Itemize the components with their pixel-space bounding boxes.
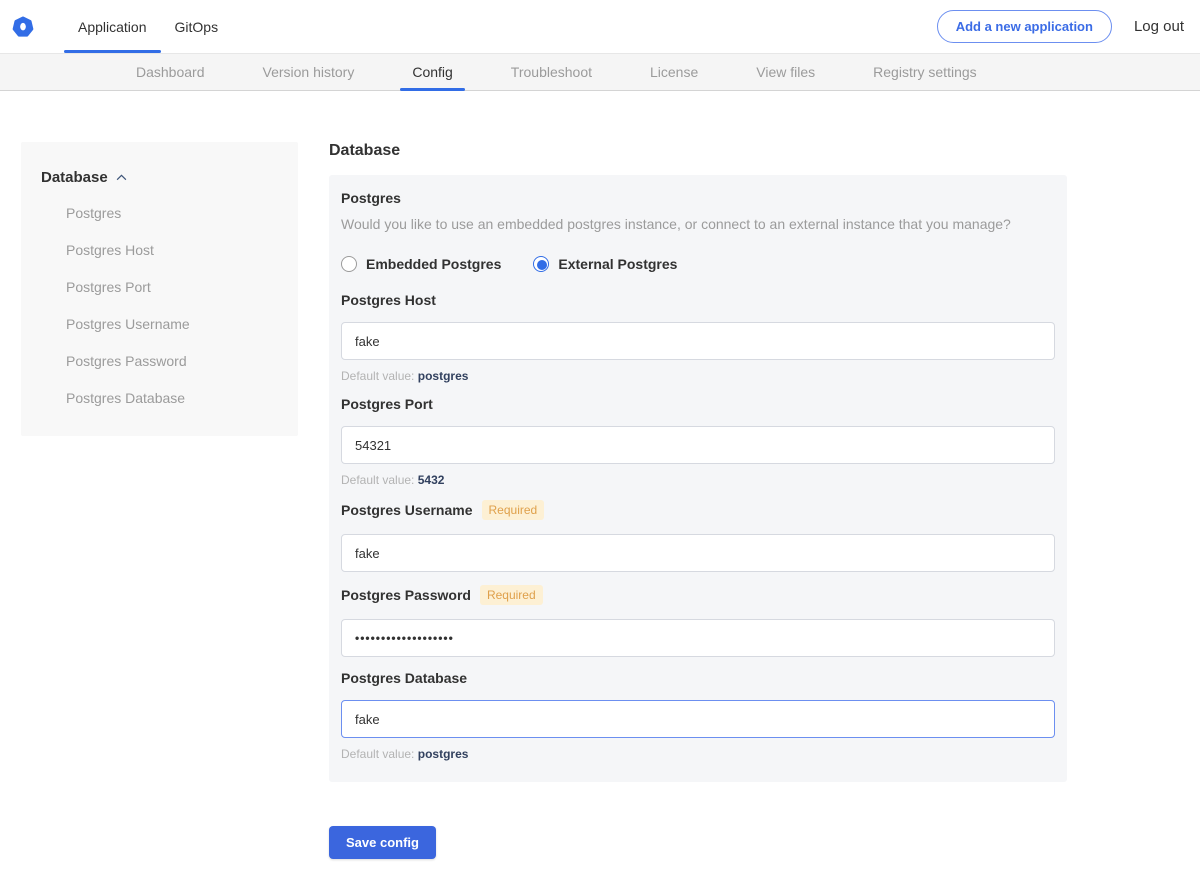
app-logo[interactable]: [10, 0, 46, 53]
subnav-item-license[interactable]: License: [638, 54, 710, 90]
radio-external-postgres[interactable]: External Postgres: [533, 256, 677, 272]
radio-embedded-postgres-circle[interactable]: [341, 256, 357, 272]
field-postgres-database: Postgres Database Default value: postgre…: [341, 670, 1055, 761]
database-config-panel: Postgres Would you like to use an embedd…: [329, 175, 1067, 782]
postgres-host-default-value: postgres: [418, 369, 469, 383]
postgres-username-input[interactable]: [341, 534, 1055, 572]
postgres-password-required-badge: Required: [480, 585, 543, 605]
postgres-mode-radio-group: Embedded Postgres External Postgres: [341, 256, 1055, 272]
sidebar-item-postgres-port[interactable]: Postgres Port: [66, 279, 278, 295]
postgres-port-label: Postgres Port: [341, 396, 433, 412]
subnav-item-config-label: Config: [412, 64, 452, 80]
sidebar-group-database-label: Database: [41, 169, 108, 186]
config-sidebar: Database Postgres Postgres Host Postgres…: [21, 142, 298, 436]
postgres-database-input[interactable]: [341, 700, 1055, 738]
postgres-database-default: Default value: postgres: [341, 747, 1055, 761]
field-postgres-username: Postgres Username Required: [341, 500, 1055, 572]
subnav-item-config[interactable]: Config: [400, 54, 464, 90]
add-application-button[interactable]: Add a new application: [937, 10, 1112, 43]
field-postgres-password: Postgres Password Required: [341, 585, 1055, 657]
logout-link[interactable]: Log out: [1134, 18, 1184, 35]
postgres-database-default-value: postgres: [418, 747, 469, 761]
config-form-area: Database Postgres Would you like to use …: [329, 142, 1067, 859]
radio-external-postgres-label: External Postgres: [558, 256, 677, 272]
postgres-group-title: Postgres: [341, 190, 1055, 206]
postgres-database-default-prefix: Default value:: [341, 747, 414, 761]
sidebar-item-postgres-database[interactable]: Postgres Database: [66, 390, 278, 406]
sidebar-item-postgres-username[interactable]: Postgres Username: [66, 316, 278, 332]
subnav-item-registry-settings-label: Registry settings: [873, 64, 976, 80]
radio-embedded-postgres[interactable]: Embedded Postgres: [341, 256, 501, 272]
radio-embedded-postgres-label: Embedded Postgres: [366, 256, 501, 272]
chevron-up-icon: [116, 174, 127, 181]
postgres-host-default: Default value: postgres: [341, 369, 1055, 383]
postgres-host-label: Postgres Host: [341, 292, 436, 308]
postgres-port-default-prefix: Default value:: [341, 473, 414, 487]
sidebar-item-list: Postgres Postgres Host Postgres Port Pos…: [41, 205, 278, 406]
tab-gitops-label: GitOps: [175, 19, 219, 35]
sidebar-group-database[interactable]: Database: [41, 169, 278, 186]
field-postgres-port: Postgres Port Default value: 5432: [341, 396, 1055, 487]
postgres-username-label: Postgres Username: [341, 502, 473, 518]
topbar-right: Add a new application Log out: [937, 0, 1200, 53]
subnav-item-version-history[interactable]: Version history: [251, 54, 367, 90]
subnav-item-dashboard[interactable]: Dashboard: [124, 54, 217, 90]
postgres-username-required-badge: Required: [482, 500, 545, 520]
postgres-password-input[interactable]: [341, 619, 1055, 657]
app-logo-icon: [12, 16, 34, 38]
sidebar-item-postgres-host[interactable]: Postgres Host: [66, 242, 278, 258]
postgres-port-input[interactable]: [341, 426, 1055, 464]
postgres-host-default-prefix: Default value:: [341, 369, 414, 383]
postgres-port-default: Default value: 5432: [341, 473, 1055, 487]
subnav-item-view-files[interactable]: View files: [744, 54, 827, 90]
config-page-content: Database Postgres Postgres Host Postgres…: [0, 91, 1200, 859]
top-navbar: Application GitOps Add a new application…: [0, 0, 1200, 53]
tab-application[interactable]: Application: [64, 0, 161, 53]
sidebar-item-postgres-password[interactable]: Postgres Password: [66, 353, 278, 369]
postgres-port-default-value: 5432: [418, 473, 445, 487]
tab-application-label: Application: [78, 19, 147, 35]
postgres-group-help-text: Would you like to use an embedded postgr…: [341, 216, 1055, 232]
postgres-password-label: Postgres Password: [341, 587, 471, 603]
subnav-item-view-files-label: View files: [756, 64, 815, 80]
field-postgres-host: Postgres Host Default value: postgres: [341, 292, 1055, 383]
radio-external-postgres-circle[interactable]: [533, 256, 549, 272]
subnav-item-troubleshoot-label: Troubleshoot: [511, 64, 592, 80]
postgres-database-label: Postgres Database: [341, 670, 467, 686]
sidebar-item-postgres[interactable]: Postgres: [66, 205, 278, 221]
app-subnav: Dashboard Version history Config Trouble…: [0, 53, 1200, 91]
subnav-item-dashboard-label: Dashboard: [136, 64, 205, 80]
save-config-button[interactable]: Save config: [329, 826, 436, 859]
subnav-item-registry-settings[interactable]: Registry settings: [861, 54, 988, 90]
subnav-item-license-label: License: [650, 64, 698, 80]
top-tabs: Application GitOps: [64, 0, 232, 53]
subnav-item-version-history-label: Version history: [263, 64, 355, 80]
tab-gitops[interactable]: GitOps: [161, 0, 233, 53]
subnav-item-troubleshoot[interactable]: Troubleshoot: [499, 54, 604, 90]
section-title-database: Database: [329, 142, 1067, 160]
postgres-host-input[interactable]: [341, 322, 1055, 360]
